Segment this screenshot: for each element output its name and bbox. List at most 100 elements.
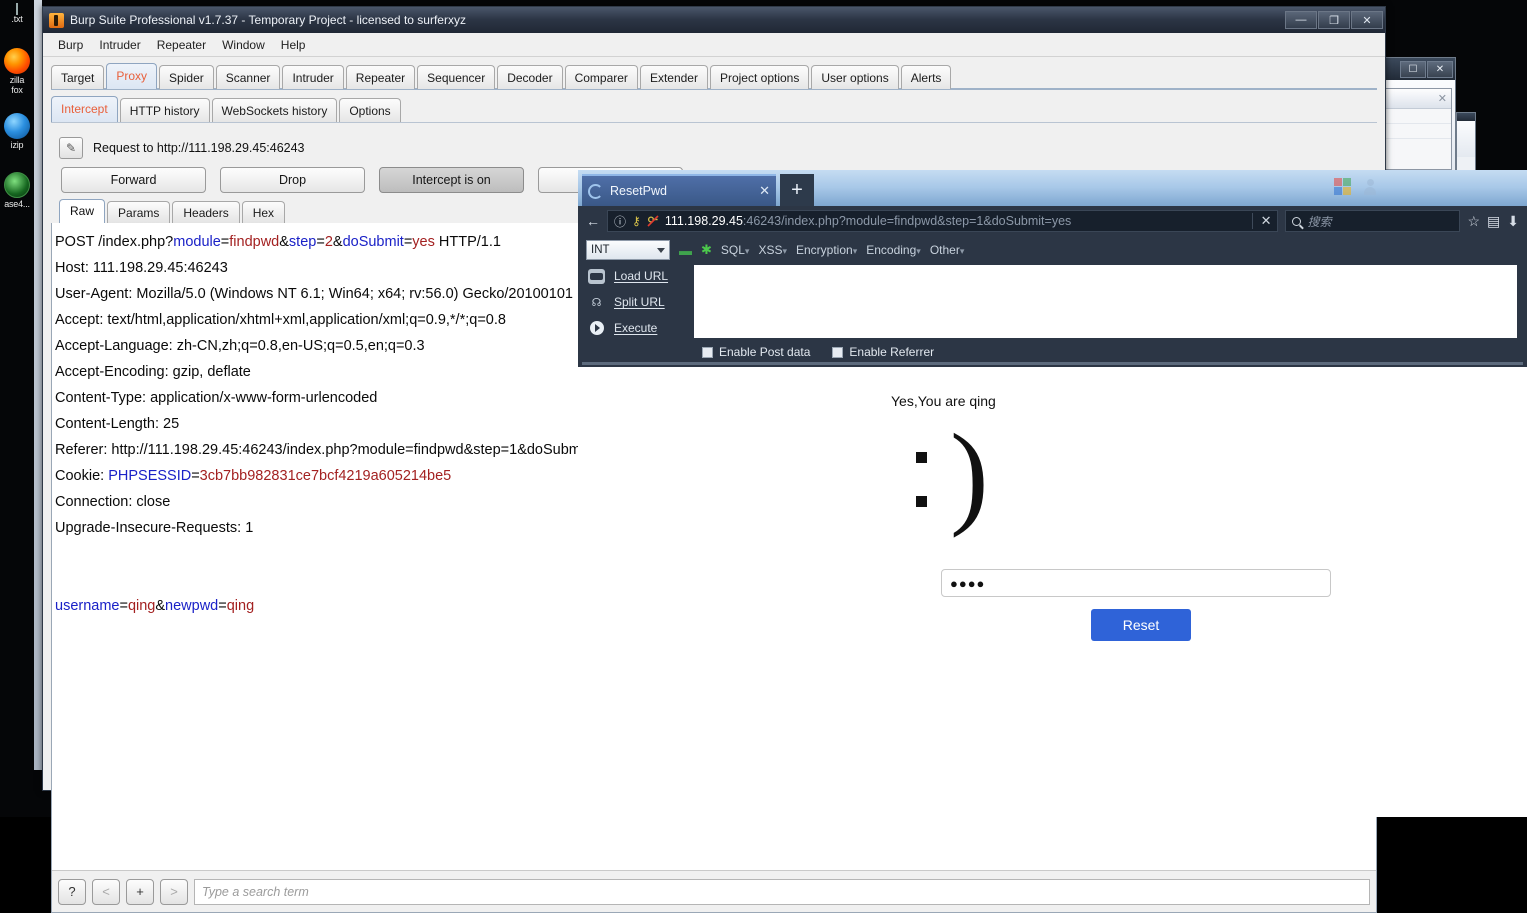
close-button[interactable]: ✕ bbox=[1351, 11, 1383, 29]
firefox-icon bbox=[4, 48, 30, 74]
minimize-button[interactable]: — bbox=[1285, 11, 1317, 29]
downloads-icon[interactable]: ⬇ bbox=[1507, 213, 1519, 230]
burp-proxy-tabs[interactable]: Intercept HTTP history WebSockets histor… bbox=[51, 96, 1377, 122]
tab-project-options[interactable]: Project options bbox=[710, 65, 809, 89]
search-add-button[interactable]: + bbox=[126, 879, 154, 905]
back-icon[interactable]: ← bbox=[586, 213, 600, 229]
tab-repeater[interactable]: Repeater bbox=[346, 65, 415, 89]
tab-alerts[interactable]: Alerts bbox=[901, 65, 952, 89]
browser-tab-resetpwd[interactable]: ResetPwd ✕ bbox=[582, 174, 776, 206]
hackbar-action-list[interactable]: Load URL ☊ Split URL Execute bbox=[582, 263, 694, 341]
tab-spider[interactable]: Spider bbox=[159, 65, 214, 89]
tab-proxy[interactable]: Proxy bbox=[106, 63, 157, 89]
tab-hex[interactable]: Hex bbox=[242, 201, 285, 223]
hackbar-minus-icon[interactable]: ▬ bbox=[679, 243, 692, 258]
enable-referrer-checkbox[interactable]: Enable Referrer bbox=[832, 345, 934, 359]
tab-websockets-history[interactable]: WebSockets history bbox=[212, 98, 338, 122]
library-icon[interactable]: ▤ bbox=[1487, 213, 1500, 230]
split-url-button[interactable]: ☊ Split URL bbox=[588, 289, 694, 315]
saved-login-key-icon[interactable]: ⚷ bbox=[632, 214, 641, 228]
desktop-icon-database-tool[interactable]: ase4... bbox=[0, 172, 34, 209]
firefox-navigation-bar[interactable]: ← ⓘ ⚷ 111.198.29.45:46243/index.php?modu… bbox=[578, 206, 1527, 236]
tab-comparer[interactable]: Comparer bbox=[565, 65, 638, 89]
search-next-button[interactable]: > bbox=[160, 879, 188, 905]
tab-scanner[interactable]: Scanner bbox=[216, 65, 281, 89]
background-dialog-row bbox=[1385, 109, 1451, 124]
tab-intercept[interactable]: Intercept bbox=[51, 96, 118, 122]
close-icon[interactable]: ✕ bbox=[1438, 92, 1447, 105]
hackbar-mode-value: INT bbox=[591, 244, 610, 256]
help-button[interactable]: ? bbox=[58, 879, 86, 905]
hackbar-separator bbox=[582, 362, 1523, 365]
search-bar[interactable]: 搜索 bbox=[1285, 210, 1460, 232]
hackbar-toolbar[interactable]: INT ▬ ✱ SQL▾ XSS▾ Encryption▾ Encoding▾ … bbox=[582, 239, 1523, 263]
tab-decoder[interactable]: Decoder bbox=[497, 65, 562, 89]
drop-button[interactable]: Drop bbox=[220, 167, 365, 193]
tab-extender[interactable]: Extender bbox=[640, 65, 708, 89]
tab-close-icon[interactable]: ✕ bbox=[759, 183, 770, 199]
search-input[interactable]: Type a search term bbox=[194, 879, 1370, 905]
enable-post-data-checkbox[interactable]: Enable Post data bbox=[702, 345, 810, 359]
firefox-titlebar[interactable]: ResetPwd ✕ + bbox=[578, 170, 1527, 206]
maximize-button[interactable]: ☐ bbox=[1400, 61, 1426, 78]
background-dialog-row bbox=[1385, 124, 1451, 139]
tab-intruder[interactable]: Intruder bbox=[282, 65, 343, 89]
desktop-icon-txt-file[interactable]: .txt bbox=[0, 4, 34, 24]
menu-item-window[interactable]: Window bbox=[215, 36, 272, 54]
menu-item-help[interactable]: Help bbox=[274, 36, 313, 54]
pencil-icon[interactable]: ✎ bbox=[59, 137, 83, 159]
hackbar-menu-encryption[interactable]: Encryption▾ bbox=[796, 243, 857, 257]
search-prev-button[interactable]: < bbox=[92, 879, 120, 905]
tab-sequencer[interactable]: Sequencer bbox=[417, 65, 495, 89]
firefox-window[interactable]: ResetPwd ✕ + ← ⓘ ⚷ 111.198.29.45:46243/i… bbox=[578, 170, 1527, 817]
execute-button[interactable]: Execute bbox=[588, 315, 694, 341]
tab-raw[interactable]: Raw bbox=[59, 199, 105, 223]
hackbar-menu-encoding[interactable]: Encoding▾ bbox=[866, 243, 921, 257]
burp-titlebar[interactable]: Burp Suite Professional v1.7.37 - Tempor… bbox=[43, 7, 1385, 33]
insecure-login-warning-icon[interactable] bbox=[647, 215, 659, 227]
intercept-toggle-button[interactable]: Intercept is on bbox=[379, 167, 524, 193]
forward-button[interactable]: Forward bbox=[61, 167, 206, 193]
burp-menubar[interactable]: Burp Intruder Repeater Window Help bbox=[43, 33, 1385, 57]
load-url-button[interactable]: Load URL bbox=[588, 263, 694, 289]
desktop-icon-label: .txt bbox=[0, 14, 34, 24]
tab-http-history[interactable]: HTTP history bbox=[120, 98, 210, 122]
watermark-text bbox=[1317, 181, 1322, 193]
background-dialog[interactable]: ✕ bbox=[1384, 88, 1452, 170]
page-info-icon[interactable]: ⓘ bbox=[614, 213, 626, 230]
menu-item-repeater[interactable]: Repeater bbox=[150, 36, 213, 54]
hackbar-mode-select[interactable]: INT bbox=[586, 240, 670, 260]
maximize-button[interactable]: ❐ bbox=[1318, 11, 1350, 29]
menu-item-burp[interactable]: Burp bbox=[51, 36, 90, 54]
bookmark-star-icon[interactable]: ☆ bbox=[1467, 213, 1480, 230]
tab-options[interactable]: Options bbox=[339, 98, 400, 122]
execute-icon bbox=[588, 321, 605, 336]
reset-button[interactable]: Reset bbox=[1091, 609, 1191, 641]
hackbar-menu-other[interactable]: Other▾ bbox=[930, 243, 965, 257]
checkbox-box[interactable] bbox=[832, 347, 843, 358]
hackbar-menu-sql[interactable]: SQL▾ bbox=[721, 243, 750, 257]
password-input[interactable]: ●●●● bbox=[941, 569, 1331, 597]
burp-main-tabs[interactable]: Target Proxy Spider Scanner Intruder Rep… bbox=[51, 63, 1377, 89]
desktop-icon-zip-tool[interactable]: izip bbox=[0, 113, 34, 150]
new-tab-button[interactable]: + bbox=[780, 174, 814, 206]
clear-url-icon[interactable]: ✕ bbox=[1252, 213, 1272, 229]
hackbar-star-icon[interactable]: ✱ bbox=[701, 242, 712, 258]
menu-item-intruder[interactable]: Intruder bbox=[92, 36, 147, 54]
url-bar[interactable]: ⓘ ⚷ 111.198.29.45:46243/index.php?module… bbox=[607, 210, 1278, 232]
hackbar-options-row[interactable]: Enable Post data Enable Referrer bbox=[582, 341, 1523, 362]
tab-user-options[interactable]: User options bbox=[811, 65, 898, 89]
tab-headers[interactable]: Headers bbox=[172, 201, 239, 223]
close-button[interactable]: ✕ bbox=[1427, 61, 1453, 78]
tab-params[interactable]: Params bbox=[107, 201, 170, 223]
smiley-face-graphic: ) bbox=[898, 429, 1008, 539]
hackbar-url-textarea[interactable] bbox=[694, 265, 1517, 338]
burp-window-controls: — ❐ ✕ bbox=[1285, 11, 1383, 29]
hackbar-panel[interactable]: INT ▬ ✱ SQL▾ XSS▾ Encryption▾ Encoding▾ … bbox=[578, 236, 1527, 367]
hackbar-menu-xss[interactable]: XSS▾ bbox=[758, 243, 787, 257]
checkbox-box[interactable] bbox=[702, 347, 713, 358]
desktop-icon-firefox[interactable]: zilla fox bbox=[0, 48, 34, 95]
request-search-bar[interactable]: ? < + > Type a search term bbox=[52, 870, 1376, 912]
windows-logo-icon bbox=[1334, 178, 1351, 195]
tab-target[interactable]: Target bbox=[51, 65, 104, 89]
